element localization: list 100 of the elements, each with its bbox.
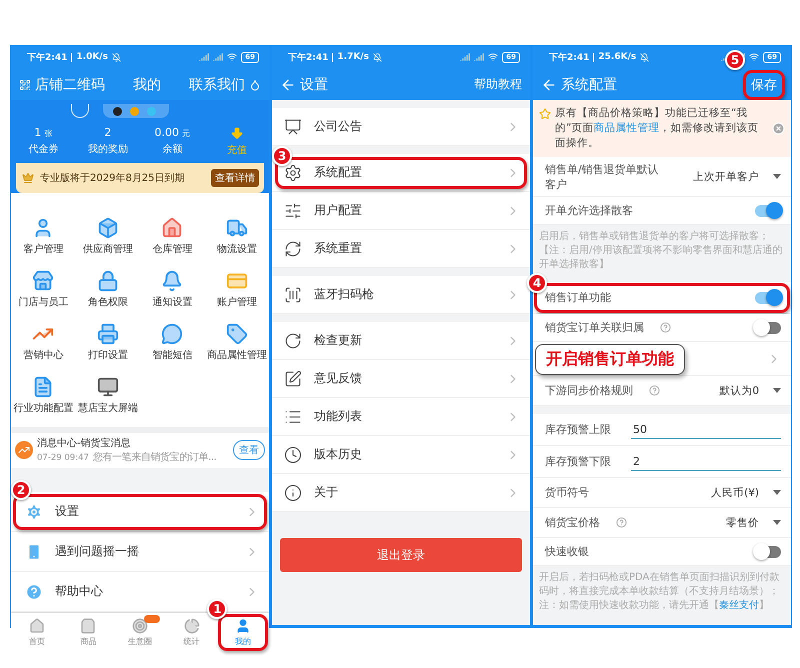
setting-label: 销货宝订单关联归属 xyxy=(545,320,644,335)
feature-label[interactable]: 门店与员工 xyxy=(18,295,68,309)
input-field[interactable]: 2 xyxy=(631,452,781,470)
back-icon[interactable] xyxy=(280,76,296,92)
setting-label: 开单允许选择散客 xyxy=(545,203,633,218)
sliders-icon xyxy=(284,202,302,220)
droplet-icon xyxy=(249,78,261,90)
settings-item[interactable]: 公司公告 xyxy=(272,108,530,146)
feature-label[interactable]: 慧店宝大屏端 xyxy=(78,401,138,415)
bell-icon[interactable] xyxy=(161,270,184,292)
page-title: 系统配置 xyxy=(561,76,617,94)
tab[interactable]: 首页 xyxy=(11,613,63,652)
network-speed: 1.7K/s xyxy=(337,52,369,62)
feature-label[interactable]: 通知设置 xyxy=(152,295,192,309)
truck-icon[interactable] xyxy=(226,217,248,239)
dropdown-value[interactable]: 默认为0 xyxy=(719,384,759,398)
help-icon[interactable] xyxy=(660,322,671,333)
menu-item[interactable]: 遇到问题摇一摇 xyxy=(11,532,269,572)
feature-label[interactable]: 商品属性管理 xyxy=(206,348,267,362)
help-icon[interactable] xyxy=(616,517,627,528)
house-icon[interactable] xyxy=(161,217,184,239)
person-icon xyxy=(235,618,252,634)
signal-icon xyxy=(213,52,224,62)
settings-item[interactable]: 关于 xyxy=(272,474,530,512)
settings-item[interactable]: 用户配置 xyxy=(272,192,530,230)
help-icon[interactable] xyxy=(649,385,660,396)
stat-label: 余额 xyxy=(162,142,182,156)
back-icon[interactable] xyxy=(541,76,557,92)
dropdown-value[interactable]: 上次开单客户 xyxy=(693,170,759,184)
barcode-icon xyxy=(284,286,302,304)
tab[interactable]: 生意圈 xyxy=(114,613,166,652)
dropdown-value[interactable]: 零售价 xyxy=(726,516,759,530)
dropdown-value[interactable]: 人民币(¥) xyxy=(711,486,759,500)
toggle-switch[interactable] xyxy=(755,292,781,304)
network-speed: 25.6K/s xyxy=(598,52,636,62)
feature-label[interactable]: 账户管理 xyxy=(216,295,257,309)
network-speed: 1.0K/s xyxy=(76,52,108,62)
settings-item[interactable]: 功能列表 xyxy=(272,398,530,436)
medal-strip xyxy=(103,104,169,118)
setting-label: 货币符号 xyxy=(545,485,589,500)
tab[interactable]: 商品 xyxy=(62,613,114,652)
feature-label[interactable]: 行业功能配置 xyxy=(13,401,74,415)
settings-item[interactable]: 系统重置 xyxy=(272,230,530,268)
board-icon xyxy=(284,118,302,136)
logout-button[interactable]: 退出登录 xyxy=(280,538,522,572)
toggle-switch[interactable] xyxy=(755,322,781,334)
mute-icon xyxy=(372,52,382,62)
toggle-switch[interactable] xyxy=(755,546,781,558)
input-field[interactable]: 50 xyxy=(631,420,781,438)
message-row[interactable]: 消息中心-销货宝消息 07-29 09:47 您有一笔来自销货宝的订单... 查看 xyxy=(11,427,269,468)
setting-label: 销货宝价格 xyxy=(545,515,600,530)
expiry-text: 专业版将于2029年8月25日到期 xyxy=(40,172,186,185)
tag-icon[interactable] xyxy=(226,323,248,345)
mute-icon xyxy=(112,52,121,62)
feature-label[interactable]: 角色权限 xyxy=(88,295,128,309)
stat-label: 我的奖励 xyxy=(88,142,128,156)
settings-item[interactable]: 版本历史 xyxy=(272,436,530,474)
details-button[interactable]: 查看详情 xyxy=(211,169,259,187)
feature-label[interactable]: 打印设置 xyxy=(88,348,128,362)
feature-label[interactable]: 营销中心 xyxy=(23,348,64,362)
setting-label: 快速收银 xyxy=(545,544,589,559)
feature-label[interactable]: 供应商管理 xyxy=(82,242,133,256)
input-row[interactable]: 库存预警上限 50 xyxy=(533,414,791,446)
status-time: 下午2:41 xyxy=(549,52,590,64)
dropdown-caret-icon[interactable] xyxy=(773,520,781,525)
close-icon[interactable] xyxy=(772,122,785,135)
callout-note: 开启销售订单功能 xyxy=(535,344,685,375)
printer-icon[interactable] xyxy=(96,323,119,345)
lock-icon[interactable] xyxy=(96,270,119,292)
document-icon[interactable] xyxy=(32,376,54,398)
crown-icon xyxy=(22,172,34,184)
settings-item[interactable]: 意见反馈 xyxy=(272,360,530,398)
stat-value: 2 xyxy=(104,126,112,139)
settings-item[interactable]: 蓝牙扫码枪 xyxy=(272,276,530,314)
settings-item[interactable]: 检查更新 xyxy=(272,322,530,360)
feature-label[interactable]: 物流设置 xyxy=(216,242,257,256)
cube-icon[interactable] xyxy=(96,217,119,239)
page-title: 设置 xyxy=(300,76,328,94)
chat-icon[interactable] xyxy=(161,323,184,345)
dropdown-caret-icon[interactable] xyxy=(773,490,781,495)
pie-chart-icon xyxy=(184,618,200,634)
dropdown-caret-icon[interactable] xyxy=(773,174,781,179)
dropdown-caret-icon[interactable] xyxy=(773,388,781,393)
feature-label[interactable]: 客户管理 xyxy=(23,242,64,256)
info-icon xyxy=(284,484,302,502)
stat-value: 1 张 xyxy=(34,126,52,139)
toggle-switch[interactable] xyxy=(755,204,781,216)
target-icon xyxy=(132,618,148,634)
signal-icon xyxy=(460,52,470,62)
monitor-icon[interactable] xyxy=(96,376,119,398)
input-row[interactable]: 库存预警下限 2 xyxy=(533,446,791,478)
feature-label[interactable]: 智能短信 xyxy=(152,348,192,362)
message-body: 您有一笔来自销货宝的订单... xyxy=(92,450,216,464)
store-icon[interactable] xyxy=(32,270,54,292)
tab[interactable]: 我的 xyxy=(217,613,269,652)
feature-label[interactable]: 仓库管理 xyxy=(152,242,192,256)
setting-label: 下游同步价格规则 xyxy=(545,383,633,398)
status-time: 下午2:41 xyxy=(288,52,328,64)
step-badge: 2 xyxy=(11,480,31,500)
setting-label: 库存预警下限 xyxy=(545,454,611,469)
